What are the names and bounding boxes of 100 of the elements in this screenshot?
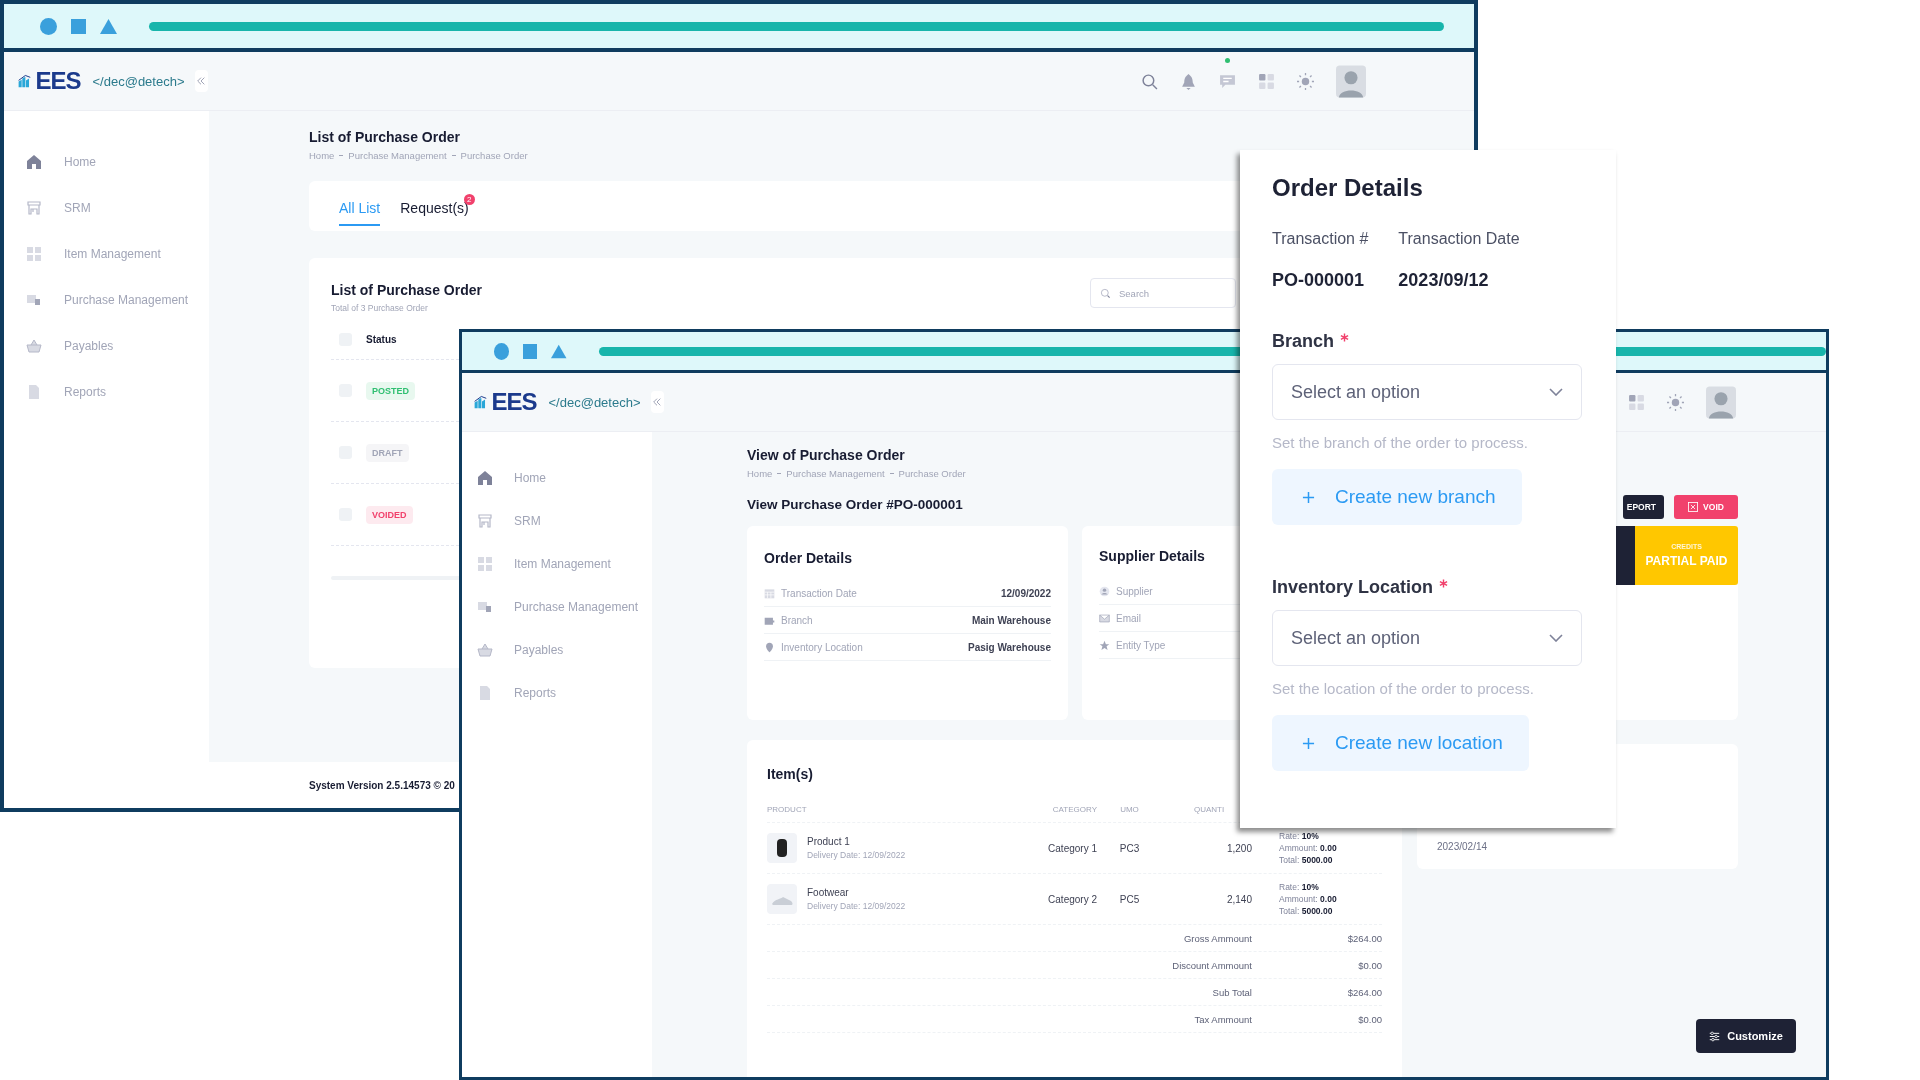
- info-value: PO-000001: [1272, 270, 1366, 291]
- grid-icon: [26, 246, 42, 262]
- sidebar-item[interactable]: Home: [4, 139, 209, 185]
- breadcrumb-link[interactable]: Purchase Order: [898, 468, 966, 479]
- breadcrumb-link[interactable]: Home: [309, 150, 335, 161]
- create-button[interactable]: Create new branch: [1272, 469, 1522, 525]
- footer-text: System Version 2.5.14573 © 20: [309, 779, 455, 791]
- field-label: Inventory Location: [781, 641, 864, 653]
- product-photo: [767, 883, 797, 915]
- total-value: $264.00: [1346, 986, 1382, 998]
- table-cell-text: PC3: [1118, 842, 1141, 854]
- report-button[interactable]: EPORT: [1622, 495, 1664, 519]
- home-icon: [26, 154, 42, 170]
- info-label: Transaction #: [1272, 230, 1369, 248]
- delivery-date: Delivery Date: 12/09/2022: [807, 901, 906, 911]
- product-name: Footwear: [807, 887, 850, 898]
- search-icon: [1100, 288, 1111, 299]
- square-icon: [71, 18, 86, 34]
- avatar[interactable]: [1706, 385, 1736, 419]
- breadcrumb-link[interactable]: Home: [747, 468, 773, 479]
- square-icon: [523, 343, 538, 359]
- total-label: Sub Total: [1212, 986, 1252, 998]
- page-title: View of Purchase Order: [747, 447, 906, 463]
- date-text: 2023/02/14: [1437, 841, 1488, 852]
- help-text: Set the branch of the order to process.: [1272, 434, 1529, 451]
- product-name: Product 1: [807, 836, 851, 847]
- collapse-button[interactable]: [650, 391, 664, 413]
- chevron-down-icon: [1549, 388, 1563, 396]
- sidebar-item[interactable]: SRM: [462, 499, 652, 542]
- breadcrumb-link[interactable]: Purchase Management: [786, 468, 885, 479]
- field-label: Entity Type: [1116, 639, 1166, 651]
- sidebar-item[interactable]: Payables: [4, 323, 209, 369]
- tab[interactable]: All List: [339, 200, 381, 226]
- breadcrumb-link[interactable]: Purchase Management: [348, 150, 447, 161]
- sidebar-item[interactable]: Payables: [462, 628, 652, 671]
- collapse-button[interactable]: [194, 70, 208, 92]
- store-icon: [26, 200, 42, 216]
- total-value: $0.00: [1357, 959, 1382, 971]
- sidebar-item[interactable]: SRM: [4, 185, 209, 231]
- total-label: Tax Ammount: [1194, 1013, 1252, 1025]
- status-badge: DRAFT: [366, 443, 409, 462]
- info-value: 2023/09/12: [1398, 270, 1490, 291]
- user-icon: [1099, 585, 1110, 597]
- field-value: Main Warehouse: [971, 614, 1051, 626]
- pin-icon: [764, 641, 775, 653]
- void-button[interactable]: VOID: [1674, 495, 1738, 519]
- sun-icon[interactable]: [1667, 393, 1684, 411]
- plus-icon: [1302, 490, 1315, 504]
- sidebar-item[interactable]: Reports: [462, 671, 652, 714]
- status-badge: POSTED: [366, 381, 415, 400]
- grid-icon[interactable]: [1258, 72, 1275, 90]
- column-header: PRODUCT: [767, 804, 808, 814]
- triangle-icon: [551, 343, 567, 359]
- column-header: UMO: [1119, 804, 1140, 814]
- total-label: Gross Ammount: [1183, 932, 1252, 944]
- total-value: $0.00: [1357, 1013, 1382, 1025]
- customize-button[interactable]: Customize: [1696, 1019, 1796, 1053]
- card-subtitle: Total of 3 Purchase Order: [331, 303, 429, 313]
- bell-icon[interactable]: [1180, 72, 1197, 90]
- close-icon: [1688, 502, 1699, 512]
- sun-icon[interactable]: [1297, 72, 1314, 90]
- tax-line: Total: 5000.00: [1279, 905, 1334, 917]
- field-value: Pasig Warehouse: [968, 641, 1051, 653]
- sidebar-item[interactable]: Item Management: [4, 231, 209, 277]
- column-header: Status: [366, 333, 397, 345]
- logo-text: EES: [491, 388, 537, 416]
- chat-icon[interactable]: [1219, 72, 1236, 90]
- circle-icon: [40, 17, 57, 35]
- field-label: Transaction Date: [781, 587, 858, 599]
- column-header: QUANTI: [1193, 804, 1226, 814]
- search-field[interactable]: Search: [1090, 278, 1236, 308]
- logo-text: EES: [35, 67, 81, 95]
- breadcrumb-link[interactable]: Purchase Order: [460, 150, 528, 161]
- delivery-date: Delivery Date: 12/09/2022: [807, 850, 906, 860]
- sidebar-item[interactable]: Purchase Management: [4, 277, 209, 323]
- column-header: CATEGORY: [1051, 804, 1097, 814]
- sidebar-item[interactable]: Purchase Management: [462, 585, 652, 628]
- sidebar-item[interactable]: Item Management: [462, 542, 652, 585]
- card-title: Supplier Details: [1099, 548, 1206, 564]
- sidebar-item[interactable]: Reports: [4, 369, 209, 415]
- chevrons-left-icon: [196, 76, 207, 86]
- triangle-icon: [100, 18, 117, 34]
- grid-icon[interactable]: [1628, 393, 1645, 411]
- table-cell-text: Category 1: [1047, 842, 1097, 854]
- home-icon: [477, 469, 493, 486]
- select-field[interactable]: Select an option: [1272, 364, 1582, 420]
- table-cell-text: 1,200: [1225, 842, 1252, 854]
- page-heading: View Purchase Order #PO-000001: [747, 497, 964, 512]
- status-badge: VOIDED: [366, 505, 413, 524]
- box-icon: [26, 292, 42, 308]
- select-field[interactable]: Select an option: [1272, 610, 1582, 666]
- sidebar-item[interactable]: Home: [462, 456, 652, 499]
- create-button[interactable]: Create new location: [1272, 715, 1529, 771]
- avatar[interactable]: [1336, 64, 1366, 98]
- chevrons-left-icon: [652, 397, 663, 407]
- search-icon[interactable]: [1141, 72, 1158, 90]
- field-label: Inventory Location: [1272, 577, 1433, 598]
- tax-line: Rate: 10%: [1279, 830, 1320, 842]
- card-title: List of Purchase Order: [331, 282, 482, 298]
- payment-status: PARTIAL PAID: [1645, 554, 1728, 568]
